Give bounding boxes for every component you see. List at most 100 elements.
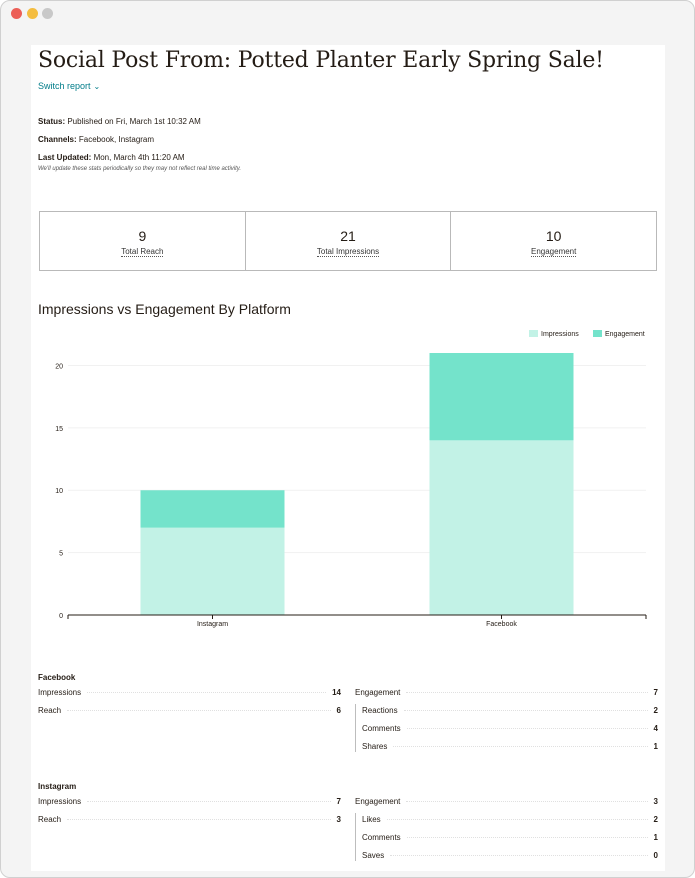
- minimize-dot[interactable]: [27, 8, 38, 19]
- chart-title: Impressions vs Engagement By Platform: [38, 301, 291, 317]
- summary-stats: 9 Total Reach 21 Total Impressions 10 En…: [39, 211, 657, 271]
- update-note: We'll update these stats periodically so…: [38, 166, 242, 172]
- y-tick-label: 10: [55, 488, 63, 495]
- facebook-shares-row: Shares 1: [362, 740, 658, 752]
- dotted-leader: [406, 800, 648, 802]
- instagram-section-title: Instagram: [38, 782, 77, 791]
- bar-engagement-facebook: [429, 353, 574, 441]
- instagram-saves-row: Saves 0: [362, 849, 658, 861]
- switch-report-label[interactable]: Switch report: [38, 81, 91, 91]
- stat-label[interactable]: Total Impressions: [316, 247, 380, 257]
- row-value: 14: [332, 687, 341, 697]
- dotted-leader: [406, 836, 648, 838]
- instagram-reach-row: Reach 3: [38, 813, 341, 825]
- instagram-comments-row: Comments 1: [362, 831, 658, 843]
- stat-label-link[interactable]: Engagement: [451, 247, 656, 257]
- browser-window: Social Post From: Potted Planter Early S…: [0, 0, 695, 878]
- row-value: 7: [653, 687, 658, 697]
- stat-total-reach: 9 Total Reach: [40, 212, 246, 270]
- row-label: Reach: [38, 705, 62, 715]
- row-value: 6: [336, 705, 341, 715]
- y-tick-label: 0: [59, 613, 63, 620]
- facebook-section-title: Facebook: [38, 673, 76, 682]
- stat-value: 21: [340, 228, 356, 244]
- dotted-leader: [67, 709, 331, 711]
- stat-label[interactable]: Engagement: [530, 247, 577, 257]
- stat-value: 9: [138, 228, 147, 244]
- report-page: Social Post From: Potted Planter Early S…: [31, 45, 665, 871]
- bar-impressions-instagram: [140, 527, 285, 615]
- y-tick-label: 5: [59, 551, 63, 558]
- status-value: Published on Fri, March 1st 10:32 AM: [65, 117, 201, 126]
- stat-label-link[interactable]: Total Impressions: [246, 247, 451, 257]
- row-value: 2: [653, 814, 658, 824]
- facebook-comments-row: Comments 4: [362, 722, 658, 734]
- bar-impressions-facebook: [429, 440, 574, 615]
- dotted-leader: [406, 691, 648, 693]
- row-value: 0: [653, 850, 658, 860]
- row-label: Impressions: [38, 796, 82, 806]
- title-bar: [1, 1, 694, 27]
- facebook-reach-row: Reach 6: [38, 704, 341, 716]
- close-dot[interactable]: [11, 8, 22, 19]
- row-label: Comments: [362, 723, 401, 733]
- y-tick-label: 20: [55, 363, 63, 370]
- legend-swatch-impressions: [529, 330, 538, 337]
- instagram-engagement-row: Engagement 3: [355, 795, 658, 807]
- row-label: Engagement: [355, 796, 401, 806]
- impressions-engagement-chart: 0 5 10 15 20 Instagram Facebook Impressions Enga…: [55, 330, 647, 628]
- legend-swatch-engagement: [593, 330, 602, 337]
- row-value: 7: [336, 796, 341, 806]
- channels-value: Facebook, Instagram: [76, 135, 155, 144]
- facebook-engagement-row: Engagement 7: [355, 686, 658, 698]
- x-tick-label: Instagram: [197, 621, 228, 628]
- stat-label-link[interactable]: Total Reach: [40, 247, 245, 257]
- channels-label: Channels:: [38, 135, 77, 144]
- dotted-leader: [393, 745, 648, 747]
- instagram-impressions-row: Impressions 7: [38, 795, 341, 807]
- x-tick-label: Facebook: [486, 621, 517, 628]
- dotted-leader: [386, 818, 648, 820]
- row-value: 2: [653, 705, 658, 715]
- engagement-breakdown-divider: [355, 813, 356, 861]
- row-value: 4: [653, 723, 658, 733]
- zoom-dot[interactable]: [42, 8, 53, 19]
- row-label: Reactions: [362, 705, 398, 715]
- bar-engagement-instagram: [140, 490, 285, 528]
- switch-report-link[interactable]: Switch report ⌄: [38, 81, 100, 91]
- row-value: 1: [653, 741, 658, 751]
- facebook-impressions-row: Impressions 14: [38, 686, 341, 698]
- last-updated-label: Last Updated:: [38, 153, 92, 162]
- row-label: Likes: [362, 814, 381, 824]
- instagram-likes-row: Likes 2: [362, 813, 658, 825]
- row-label: Shares: [362, 741, 388, 751]
- row-label: Saves: [362, 850, 385, 860]
- row-label: Engagement: [355, 687, 401, 697]
- dotted-leader: [403, 709, 648, 711]
- stat-total-impressions: 21 Total Impressions: [246, 212, 452, 270]
- page-title: Social Post From: Potted Planter Early S…: [38, 48, 604, 73]
- stat-engagement: 10 Engagement: [451, 212, 656, 270]
- legend-label-engagement: Engagement: [605, 331, 645, 338]
- row-label: Reach: [38, 814, 62, 824]
- dotted-leader: [390, 854, 648, 856]
- chevron-down-icon[interactable]: ⌄: [94, 82, 101, 91]
- last-updated-line: Last Updated: Mon, March 4th 11:20 AM: [38, 153, 185, 162]
- dotted-leader: [87, 800, 331, 802]
- legend-label-impressions: Impressions: [541, 331, 579, 338]
- row-label: Comments: [362, 832, 401, 842]
- stat-value: 10: [545, 228, 562, 244]
- row-label: Impressions: [38, 687, 82, 697]
- dotted-leader: [67, 818, 331, 820]
- facebook-reactions-row: Reactions 2: [362, 704, 658, 716]
- dotted-leader: [87, 691, 327, 693]
- engagement-breakdown-divider: [355, 704, 356, 752]
- row-value: 1: [653, 832, 658, 842]
- dotted-leader: [406, 727, 648, 729]
- stat-label[interactable]: Total Reach: [121, 247, 164, 257]
- row-value: 3: [653, 796, 658, 806]
- last-updated-value: Mon, March 4th 11:20 AM: [91, 153, 185, 162]
- channels-line: Channels: Facebook, Instagram: [38, 135, 154, 144]
- y-tick-label: 15: [55, 426, 63, 433]
- status-label: Status:: [38, 117, 66, 126]
